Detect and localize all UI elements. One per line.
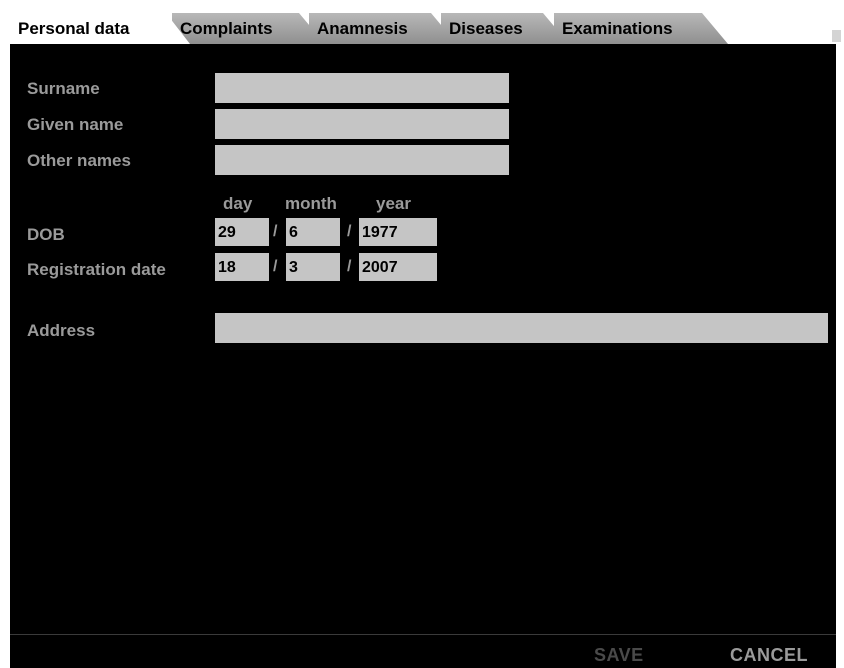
save-button[interactable]: SAVE (594, 645, 644, 666)
dob-separator: / (347, 223, 352, 240)
address-input[interactable] (215, 313, 828, 343)
other-names-label: Other names (27, 151, 131, 170)
given-name-input[interactable] (215, 109, 509, 139)
dob-day-input[interactable] (215, 218, 269, 246)
dob-year-input[interactable] (359, 218, 437, 246)
month-header: month (285, 194, 337, 213)
dob-separator: / (273, 223, 278, 240)
year-header: year (376, 194, 411, 213)
cancel-button[interactable]: CANCEL (730, 645, 808, 666)
tab-personal-data[interactable]: Personal data (10, 13, 190, 44)
registration-date-label: Registration date (27, 260, 166, 279)
registration-separator: / (273, 258, 278, 275)
dob-label: DOB (27, 225, 65, 244)
day-header: day (223, 194, 253, 213)
tab-diseases[interactable]: Diseases (441, 13, 569, 44)
registration-year-input[interactable] (359, 253, 437, 281)
registration-day-input[interactable] (215, 253, 269, 281)
given-name-label: Given name (27, 115, 124, 134)
surname-label: Surname (27, 79, 100, 98)
tab-examinations[interactable]: Examinations (554, 13, 728, 44)
tab-complaints[interactable]: Complaints (172, 13, 325, 44)
footer-bar: SAVE CANCEL (10, 634, 836, 668)
registration-month-input[interactable] (286, 253, 340, 281)
surname-input[interactable] (215, 73, 509, 103)
dob-month-input[interactable] (286, 218, 340, 246)
scrollbar-stub (832, 30, 841, 42)
personal-data-panel: Surname Given name Other names day month… (10, 44, 836, 634)
tab-anamnesis[interactable]: Anamnesis (309, 13, 457, 44)
other-names-input[interactable] (215, 145, 509, 175)
address-label: Address (27, 321, 96, 340)
registration-separator: / (347, 258, 352, 275)
tab-bar: Examinations Diseases Anamnesis Complain… (0, 0, 844, 44)
